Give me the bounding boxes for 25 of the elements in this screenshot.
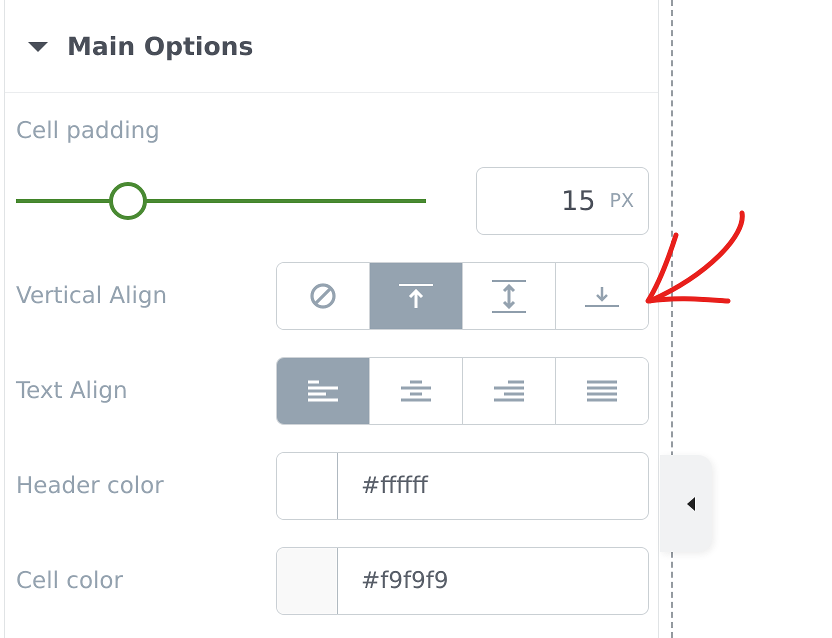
color-swatch[interactable] — [277, 453, 338, 519]
align-bottom-icon — [584, 285, 620, 307]
section-header[interactable]: Main Options — [5, 0, 658, 93]
segment-button[interactable] — [555, 358, 648, 424]
align-center-icon — [401, 380, 431, 402]
number-field[interactable]: 15 PX — [476, 167, 649, 235]
field-label: Header color — [16, 472, 164, 501]
caret-icon — [685, 496, 697, 512]
unit-label: PX — [610, 190, 634, 212]
align-top-icon — [398, 283, 434, 309]
segment-button[interactable] — [555, 263, 648, 329]
align-middle-icon — [491, 278, 527, 314]
field-label: Vertical Align — [16, 282, 168, 311]
segment-button[interactable] — [369, 263, 462, 329]
field-label: Text Align — [16, 377, 128, 406]
field-label: Cell color — [16, 567, 123, 596]
field-label: Cell padding — [16, 117, 161, 146]
segment-button[interactable] — [277, 358, 369, 424]
prohibit-icon — [310, 283, 336, 309]
color-field[interactable]: #f9f9f9 — [276, 547, 649, 615]
align-right-icon — [494, 380, 524, 402]
align-justify-icon — [587, 380, 617, 402]
align-left-icon — [308, 380, 338, 402]
color-swatch[interactable] — [277, 548, 338, 614]
color-field[interactable]: #ffffff — [276, 452, 649, 520]
